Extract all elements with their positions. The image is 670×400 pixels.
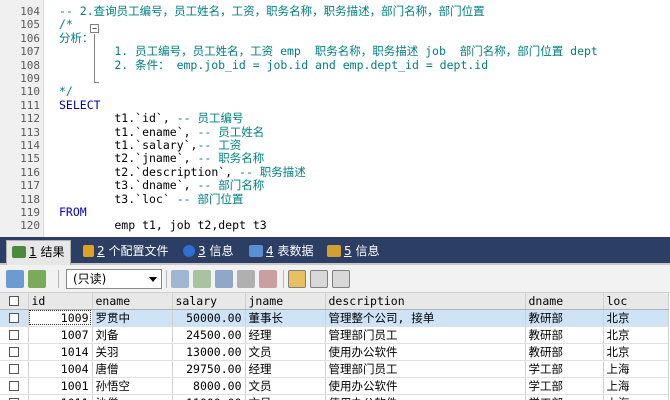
export-grid-icon[interactable]: [6, 270, 24, 288]
cell-id[interactable]: 1009: [28, 309, 93, 327]
table-row[interactable]: 1001 孙悟空 8000.00 文员 使用办公软件 学工部 上海: [0, 377, 669, 395]
cell-ename[interactable]: 孙悟空: [92, 377, 173, 395]
cell-description[interactable]: 管理部门员工: [325, 360, 526, 378]
result-grid[interactable]: id ename salary jname description dname …: [0, 293, 670, 400]
result-toolbar: (只读): [0, 265, 670, 293]
cell-id[interactable]: 1007: [28, 326, 93, 344]
cell-description[interactable]: 使用办公软件: [325, 377, 526, 395]
column-header-description[interactable]: description: [325, 293, 526, 310]
row-checkbox[interactable]: [0, 360, 29, 378]
tab-info[interactable]: 5 信息: [322, 240, 385, 264]
row-checkbox[interactable]: [0, 326, 29, 344]
table-row[interactable]: 1004 唐僧 29750.00 经理 管理部门员工 学工部 上海: [0, 360, 669, 378]
cell-description[interactable]: 管理部门员工: [325, 326, 526, 344]
cell-dname[interactable]: 学工部: [525, 360, 604, 378]
cell-loc[interactable]: 北京: [603, 343, 669, 361]
cell-jname[interactable]: 文员: [245, 377, 326, 395]
cell-salary[interactable]: 13000.00: [172, 343, 246, 361]
cell-id[interactable]: 1001: [28, 377, 93, 395]
cell-id[interactable]: 1004: [28, 360, 93, 378]
info-icon: [183, 245, 195, 257]
result-tabs: 1 结果 2 个配置文件 3 信息 4 表数据 5 信息: [0, 237, 670, 265]
cell-description[interactable]: 管理整个公司, 接单: [325, 309, 526, 327]
cell-description[interactable]: 使用办公软件: [325, 394, 526, 400]
cell-ename[interactable]: 刘备: [92, 326, 173, 344]
warning-icon: [83, 245, 94, 257]
cell-ename[interactable]: 沙僧: [92, 394, 173, 400]
chevron-down-icon: [149, 277, 157, 282]
cell-id[interactable]: 1011: [28, 394, 93, 400]
column-header-id[interactable]: id: [28, 293, 93, 310]
cell-jname[interactable]: 董事长: [245, 309, 326, 327]
cell-dname[interactable]: 教研部: [525, 343, 604, 361]
tab-messages[interactable]: 3 信息: [178, 240, 239, 264]
cell-salary[interactable]: 11000.00: [172, 394, 246, 400]
info-panel-icon: [327, 245, 341, 257]
cell-jname[interactable]: 文员: [245, 394, 326, 400]
read-only-mode-select[interactable]: (只读): [66, 269, 162, 289]
table-row[interactable]: 1011沙僧11000.00文员使用办公软件学工部上海: [0, 394, 669, 400]
row-checkbox[interactable]: [0, 394, 29, 400]
cell-loc[interactable]: 北京: [603, 326, 669, 344]
column-header-dname[interactable]: dname: [525, 293, 604, 310]
column-header-jname[interactable]: jname: [245, 293, 326, 310]
grid-header-row: id ename salary jname description dname …: [0, 293, 669, 310]
table-data-icon: [249, 245, 263, 257]
cell-ename[interactable]: 关羽: [92, 343, 173, 361]
select-all-checkbox[interactable]: [0, 293, 29, 310]
tab-profiles[interactable]: 2 个配置文件: [78, 240, 174, 264]
cell-dname[interactable]: 教研部: [525, 326, 604, 344]
code-line[interactable]: 120 emp t1, job t2,dept t3: [0, 216, 670, 235]
cell-dname[interactable]: 教研部: [525, 309, 604, 327]
import-icon[interactable]: [28, 270, 46, 288]
column-header-loc[interactable]: loc: [603, 293, 669, 310]
duplicate-row-icon[interactable]: [193, 270, 211, 288]
results-grid-icon: [12, 246, 26, 258]
cell-dname[interactable]: 学工部: [525, 394, 604, 400]
cancel-changes-icon[interactable]: [259, 270, 277, 288]
cell-loc[interactable]: 上海: [603, 394, 669, 400]
cell-jname[interactable]: 经理: [245, 360, 326, 378]
text-view-icon[interactable]: [332, 270, 350, 288]
table-row[interactable]: 1014 关羽 13000.00 文员 使用办公软件 教研部 北京: [0, 343, 669, 361]
cell-description[interactable]: 使用办公软件: [325, 343, 526, 361]
code-text: emp t1, job t2,dept t3: [59, 218, 267, 233]
line-number: 120: [20, 219, 40, 233]
sql-editor[interactable]: − 104 -- 2.查询员工编号，员工姓名，工资，职务名称，职务描述，部门名称，…: [0, 0, 670, 237]
cell-dname[interactable]: 学工部: [525, 377, 604, 395]
delete-icon[interactable]: [237, 270, 255, 288]
column-header-salary[interactable]: salary: [172, 293, 246, 310]
cell-salary[interactable]: 50000.00: [172, 309, 246, 327]
cell-ename[interactable]: 唐僧: [92, 360, 173, 378]
form-view-icon[interactable]: [310, 270, 328, 288]
insert-row-icon[interactable]: [171, 270, 189, 288]
tab-results[interactable]: 1 结果: [6, 240, 72, 265]
table-row[interactable]: 1009 罗贯中 50000.00 董事长 管理整个公司, 接单 教研部 北京: [0, 309, 669, 327]
grid-view-icon[interactable]: [288, 270, 306, 288]
row-checkbox[interactable]: [0, 377, 29, 395]
table-row[interactable]: 1007 刘备 24500.00 经理 管理部门员工 教研部 北京: [0, 326, 669, 344]
row-checkbox[interactable]: [0, 309, 29, 327]
cell-loc[interactable]: 北京: [603, 309, 669, 327]
cell-loc[interactable]: 上海: [603, 360, 669, 378]
cell-loc[interactable]: 上海: [603, 377, 669, 395]
tab-table-data[interactable]: 4 表数据: [244, 240, 319, 264]
cell-salary[interactable]: 8000.00: [172, 377, 246, 395]
cell-salary[interactable]: 24500.00: [172, 326, 246, 344]
cell-jname[interactable]: 文员: [245, 343, 326, 361]
cell-salary[interactable]: 29750.00: [172, 360, 246, 378]
save-icon[interactable]: [215, 270, 233, 288]
column-header-ename[interactable]: ename: [92, 293, 173, 310]
cell-id[interactable]: 1014: [28, 343, 93, 361]
cell-ename[interactable]: 罗贯中: [92, 309, 173, 327]
row-checkbox[interactable]: [0, 343, 29, 361]
cell-jname[interactable]: 经理: [245, 326, 326, 344]
